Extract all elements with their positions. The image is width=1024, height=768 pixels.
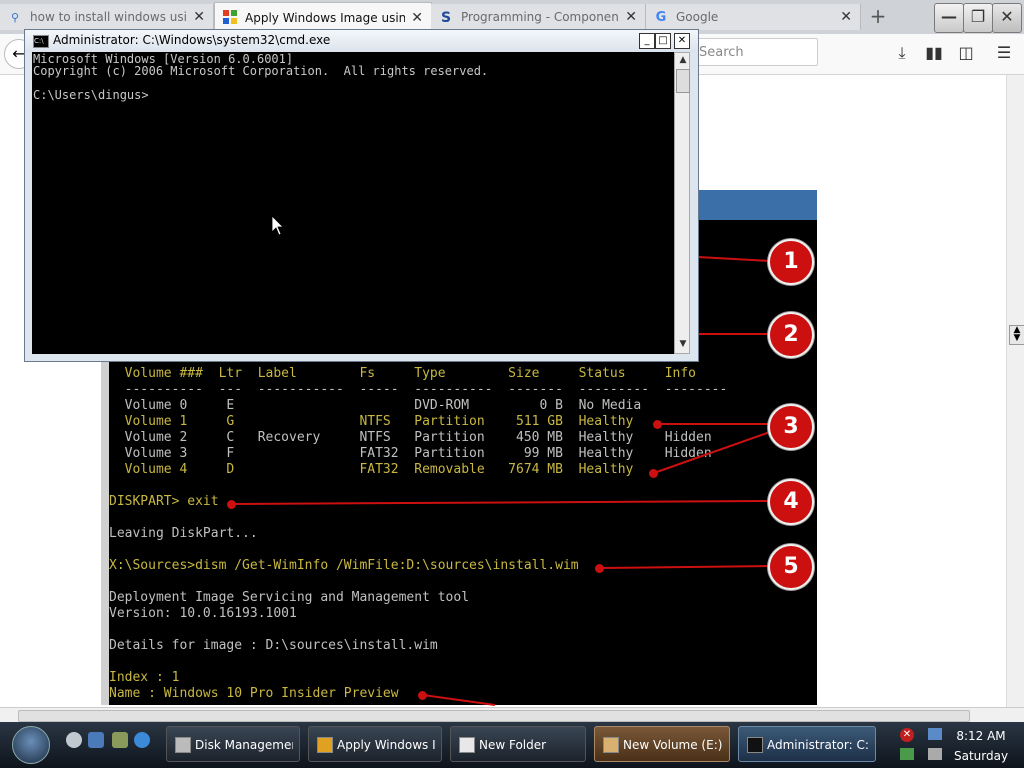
drive-icon <box>603 737 619 753</box>
taskbar-button-new-folder[interactable]: New Folder <box>450 726 586 762</box>
step-marker-2: 2 <box>768 312 814 358</box>
cmd-window[interactable]: C:\ Administrator: C:\Windows\system32\c… <box>24 29 699 362</box>
cmd-icon <box>747 737 763 753</box>
horizontal-scroll-thumb[interactable] <box>18 710 970 722</box>
cmd-app-icon: C:\ <box>33 35 49 48</box>
step-marker-1: 1 <box>768 239 814 285</box>
browser-quicklaunch-icon[interactable] <box>134 732 150 748</box>
security-alert-icon[interactable]: ✕ <box>900 728 914 742</box>
annotation-dot <box>227 500 236 509</box>
cmd-titlebar[interactable]: C:\ Administrator: C:\Windows\system32\c… <box>25 30 698 52</box>
taskbar-button-disk-management[interactable]: Disk Management <box>166 726 300 762</box>
annotation-dot <box>653 420 662 429</box>
disk-management-icon <box>175 737 191 753</box>
clock-time: 8:12 AM <box>956 729 1006 743</box>
cmd-copyright-line: Copyright (c) 2006 Microsoft Corporation… <box>33 64 489 78</box>
safely-remove-icon[interactable] <box>900 748 914 760</box>
taskbar-button-cmd[interactable]: Administrator: C:... <box>738 726 876 762</box>
taskbar-button-label: Disk Management <box>195 738 293 752</box>
browser-icon <box>317 737 333 753</box>
taskbar-button-label: New Folder <box>479 738 547 752</box>
quicklaunch-icon[interactable] <box>66 732 82 748</box>
taskbar-button-new-volume[interactable]: New Volume (E:) <box>594 726 730 762</box>
annotation-dot <box>649 469 658 478</box>
step-marker-3: 3 <box>768 404 814 450</box>
show-desktop-icon[interactable] <box>88 732 104 748</box>
taskbar-button-label: New Volume (E:) <box>623 738 723 752</box>
cmd-maximize-button[interactable]: □ <box>655 33 671 49</box>
taskbar-button-label: Apply Windows I... <box>337 738 435 752</box>
clock-day: Saturday <box>954 749 1009 763</box>
volume-icon[interactable] <box>928 748 942 760</box>
cmd-close-button[interactable]: ✕ <box>674 33 690 49</box>
cmd-scrollbar[interactable]: ▲ ▼ <box>674 52 690 354</box>
annotation-dot <box>418 691 427 700</box>
folder-icon <box>459 737 475 753</box>
cmd-scroll-thumb[interactable] <box>676 69 690 93</box>
taskbar-button-apply-windows[interactable]: Apply Windows I... <box>308 726 442 762</box>
taskbar-button-label: Administrator: C:... <box>767 738 869 752</box>
cmd-minimize-button[interactable]: _ <box>639 33 655 49</box>
cmd-prompt: C:\Users\dingus> <box>33 88 149 102</box>
scroll-down-arrow-icon[interactable]: ▼ <box>677 339 689 349</box>
step-marker-4: 4 <box>768 479 814 525</box>
cmd-console[interactable]: Microsoft Windows [Version 6.0.6001] Cop… <box>32 52 677 354</box>
annotation-dot <box>595 564 604 573</box>
start-button[interactable] <box>12 726 50 764</box>
step-marker-5: 5 <box>768 544 814 590</box>
scroll-up-arrow-icon[interactable]: ▲ <box>677 55 689 65</box>
quicklaunch-icon[interactable] <box>112 732 128 748</box>
clock[interactable]: 8:12 AM Saturday <box>954 726 1008 766</box>
network-icon[interactable] <box>928 728 942 740</box>
cmd-window-title: Administrator: C:\Windows\system32\cmd.e… <box>53 33 331 47</box>
